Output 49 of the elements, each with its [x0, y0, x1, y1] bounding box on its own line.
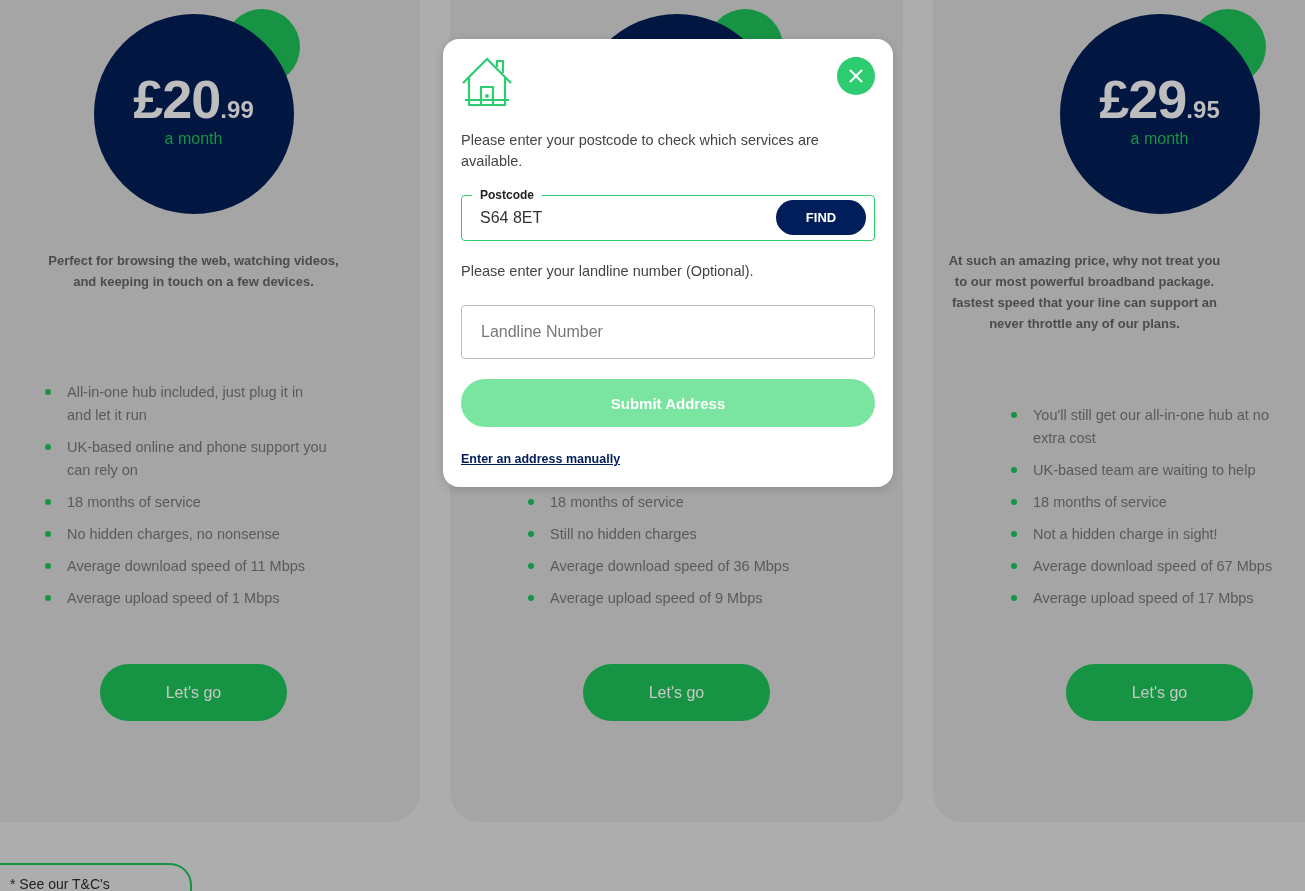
bullet-icon [45, 389, 51, 395]
landline-prompt: Please enter your landline number (Optional). [461, 262, 755, 281]
bullet-icon [528, 563, 534, 569]
bullet-icon [1011, 531, 1017, 537]
bullet-icon [1011, 499, 1017, 505]
price-period: a month [1130, 130, 1189, 148]
feature-text: No hidden charges, no nonsense [67, 525, 281, 544]
price-period: a month [164, 130, 223, 148]
feature-text: Average upload speed of 1 Mbps [67, 589, 281, 608]
bullet-icon [528, 499, 534, 505]
landline-field[interactable]: Landline Number [461, 305, 875, 359]
feature-text: Average download speed of 67 Mbps [1033, 557, 1274, 576]
feature-text: Still no hidden charges [550, 525, 698, 544]
close-icon [848, 68, 864, 84]
bullet-icon [45, 563, 51, 569]
bullet-icon [45, 499, 51, 505]
find-button[interactable]: FIND [776, 200, 866, 235]
intro-text: Please enter your postcode to check which services are available. [461, 131, 820, 171]
bullet-icon [1011, 412, 1017, 418]
bullet-icon [45, 595, 51, 601]
price-text: £20.99 [133, 72, 254, 126]
feature-text: UK-based online and phone support you can rely on [67, 438, 328, 480]
house-icon [461, 57, 513, 109]
feature-text: All-in-one hub included, just plug it in and let it run [67, 383, 305, 425]
bullet-icon [528, 595, 534, 601]
feature-text: Not a hidden charge in sight! [1033, 525, 1219, 544]
field-label: Postcode [479, 188, 535, 202]
postcode-field[interactable]: Postcode S64 8ET FIND [461, 188, 875, 241]
bullet-icon [528, 531, 534, 537]
feature-text: You'll still get our all-in-one hub at no extra cost [1033, 406, 1270, 448]
feature-text: 18 months of service [67, 493, 202, 512]
bullet-icon [1011, 563, 1017, 569]
price-text: £29.95 [1099, 72, 1220, 126]
feature-text: Average download speed of 36 Mbps [550, 557, 791, 576]
feature-text: Average download speed of 11 Mbps [67, 557, 307, 576]
bullet-icon [45, 444, 51, 450]
feature-text: 18 months of service [550, 493, 685, 512]
bullet-icon [45, 531, 51, 537]
bullet-icon [1011, 595, 1017, 601]
close-button[interactable] [837, 57, 875, 95]
feature-text: 18 months of service [1033, 493, 1168, 512]
bullet-icon [1011, 467, 1017, 473]
terms-tab[interactable]: * See our T&C's [0, 863, 192, 891]
plan-description: Perfect for browsing the web, watching videos, and keeping in touch on a few devices. [48, 252, 339, 291]
feature-text: Average upload speed of 17 Mbps [1033, 589, 1255, 608]
feature-text: Average upload speed of 9 Mbps [550, 589, 764, 608]
feature-text: UK-based team are waiting to help [1033, 461, 1257, 480]
manual-address-link[interactable]: Enter an address manually [461, 452, 621, 466]
plan-description: At such an amazing price, why not treat you to our most powerful broadband package. fastest speed that your line can support an never throttle any of our plans. [948, 252, 1221, 333]
